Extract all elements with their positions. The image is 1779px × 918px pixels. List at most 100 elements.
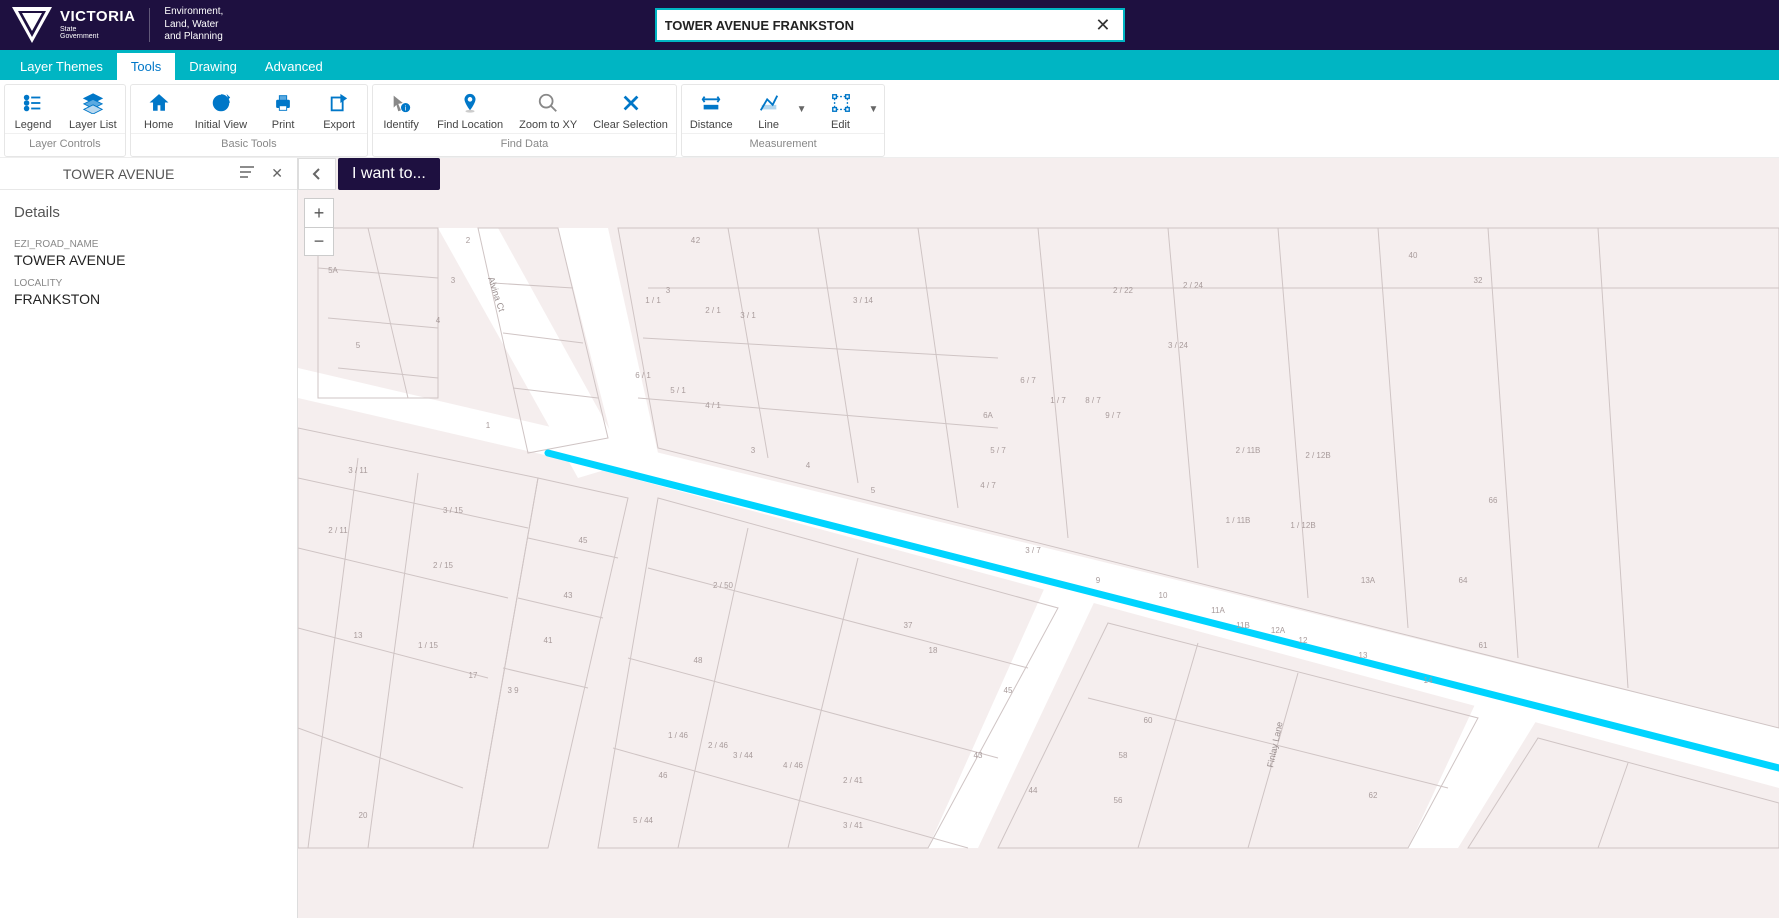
clear-x-icon: [619, 91, 643, 115]
map-viewport[interactable]: I want to... + −: [298, 158, 1779, 918]
svg-text:4 / 1: 4 / 1: [705, 401, 721, 410]
identify-button[interactable]: i Identify: [373, 85, 429, 133]
svg-text:10: 10: [1159, 591, 1168, 600]
svg-text:4 / 46: 4 / 46: [783, 761, 804, 770]
panel-close-icon[interactable]: ✕: [267, 165, 287, 182]
home-icon: [147, 91, 171, 115]
svg-text:58: 58: [1119, 751, 1128, 760]
svg-text:3 / 24: 3 / 24: [1168, 341, 1189, 350]
svg-text:43: 43: [564, 591, 573, 600]
tab-tools[interactable]: Tools: [117, 53, 175, 80]
print-button[interactable]: Print: [255, 85, 311, 133]
victoria-logo-icon: [12, 7, 52, 43]
app-header: VICTORIA State Government Environment, L…: [0, 0, 1779, 50]
line-button[interactable]: Line: [741, 85, 797, 133]
tab-drawing[interactable]: Drawing: [175, 53, 251, 80]
details-heading: Details: [14, 204, 283, 221]
svg-text:8 / 7: 8 / 7: [1085, 396, 1101, 405]
svg-text:2 / 1: 2 / 1: [705, 306, 721, 315]
svg-text:6A: 6A: [983, 411, 993, 420]
svg-text:44: 44: [1029, 786, 1038, 795]
svg-text:12A: 12A: [1271, 626, 1286, 635]
field-label: LOCALITY: [14, 278, 283, 289]
svg-text:2: 2: [466, 236, 471, 245]
svg-text:5 / 44: 5 / 44: [633, 816, 654, 825]
layer-list-button[interactable]: Layer List: [61, 85, 125, 133]
svg-text:3 9: 3 9: [507, 686, 519, 695]
i-want-to-button[interactable]: I want to...: [338, 158, 440, 190]
home-button[interactable]: Home: [131, 85, 187, 133]
svg-text:2 / 41: 2 / 41: [843, 776, 864, 785]
line-icon: [757, 91, 781, 115]
initial-view-icon: [209, 91, 233, 115]
magnifier-icon: [536, 91, 560, 115]
collapse-panel-button[interactable]: [298, 158, 336, 190]
zoom-to-xy-button[interactable]: Zoom to XY: [511, 85, 585, 133]
field-label: EZI_ROAD_NAME: [14, 239, 283, 250]
identify-icon: i: [389, 91, 413, 115]
svg-text:1 / 11B: 1 / 11B: [1226, 516, 1251, 525]
svg-text:37: 37: [904, 621, 913, 630]
department-name: Environment, Land, Water and Planning: [164, 6, 223, 44]
svg-text:9 / 7: 9 / 7: [1105, 411, 1121, 420]
svg-text:66: 66: [1489, 496, 1498, 505]
search-container: ✕: [655, 8, 1125, 42]
line-dropdown-caret[interactable]: ▼: [797, 104, 813, 115]
zoom-out-button[interactable]: −: [305, 227, 333, 255]
svg-text:13: 13: [1359, 651, 1368, 660]
edit-dropdown-caret[interactable]: ▼: [869, 104, 885, 115]
ribbon-group-label: Measurement: [682, 133, 885, 156]
edit-nodes-icon: [829, 91, 853, 115]
export-button[interactable]: Export: [311, 85, 367, 133]
svg-text:3: 3: [751, 446, 756, 455]
svg-text:3 / 15: 3 / 15: [443, 506, 464, 515]
svg-text:20: 20: [359, 811, 368, 820]
ribbon-group-basic-tools: Home Initial View Print Export Basic Too…: [130, 84, 368, 157]
initial-view-button[interactable]: Initial View: [187, 85, 255, 133]
svg-text:1 / 1: 1 / 1: [645, 296, 661, 305]
svg-text:43: 43: [974, 751, 983, 760]
clear-search-icon[interactable]: ✕: [1091, 15, 1114, 36]
tab-bar: Layer Themes Tools Drawing Advanced: [0, 50, 1779, 80]
svg-text:3 / 7: 3 / 7: [1025, 546, 1041, 555]
clear-selection-button[interactable]: Clear Selection: [585, 85, 676, 133]
svg-text:6 / 1: 6 / 1: [635, 371, 651, 380]
panel-menu-icon[interactable]: [235, 165, 259, 182]
distance-button[interactable]: Distance: [682, 85, 741, 133]
map-canvas[interactable]: Alvina Ct Finlay Lane 5A5432 13 / 112 / …: [298, 158, 1779, 918]
svg-text:3: 3: [666, 286, 671, 295]
svg-text:41: 41: [544, 636, 553, 645]
export-icon: [327, 91, 351, 115]
victoria-logo-text: VICTORIA State Government: [60, 9, 135, 41]
svg-text:4: 4: [806, 461, 811, 470]
search-input[interactable]: [665, 18, 1092, 33]
svg-text:12: 12: [1299, 636, 1308, 645]
svg-text:40: 40: [1409, 251, 1418, 260]
print-icon: [271, 91, 295, 115]
zoom-in-button[interactable]: +: [305, 199, 333, 227]
svg-text:2 / 11: 2 / 11: [328, 526, 348, 535]
legend-button[interactable]: Legend: [5, 85, 61, 133]
search-box[interactable]: ✕: [655, 8, 1125, 42]
svg-text:1: 1: [486, 421, 491, 430]
ribbon: Legend Layer List Layer Controls Home In…: [0, 80, 1779, 158]
zoom-control: + −: [304, 198, 334, 256]
svg-text:9: 9: [1096, 576, 1101, 585]
edit-button[interactable]: Edit: [813, 85, 869, 133]
svg-text:18: 18: [929, 646, 938, 655]
svg-text:3 / 11: 3 / 11: [348, 466, 368, 475]
tab-layer-themes[interactable]: Layer Themes: [6, 53, 117, 80]
svg-text:2 / 11B: 2 / 11B: [1236, 446, 1261, 455]
ribbon-group-measurement: Distance Line ▼ Edit ▼ Measurement: [681, 84, 886, 157]
svg-text:2 / 24: 2 / 24: [1183, 281, 1204, 290]
svg-text:45: 45: [579, 536, 588, 545]
side-panel: TOWER AVENUE ✕ Details EZI_ROAD_NAME TOW…: [0, 158, 298, 918]
side-panel-title: TOWER AVENUE: [10, 166, 227, 182]
side-panel-header: TOWER AVENUE ✕: [0, 158, 297, 190]
location-pin-icon: [458, 91, 482, 115]
tab-advanced[interactable]: Advanced: [251, 53, 337, 80]
svg-text:2 / 22: 2 / 22: [1113, 286, 1134, 295]
svg-text:3 / 44: 3 / 44: [733, 751, 754, 760]
find-location-button[interactable]: Find Location: [429, 85, 511, 133]
ribbon-group-find-data: i Identify Find Location Zoom to XY Clea…: [372, 84, 677, 157]
